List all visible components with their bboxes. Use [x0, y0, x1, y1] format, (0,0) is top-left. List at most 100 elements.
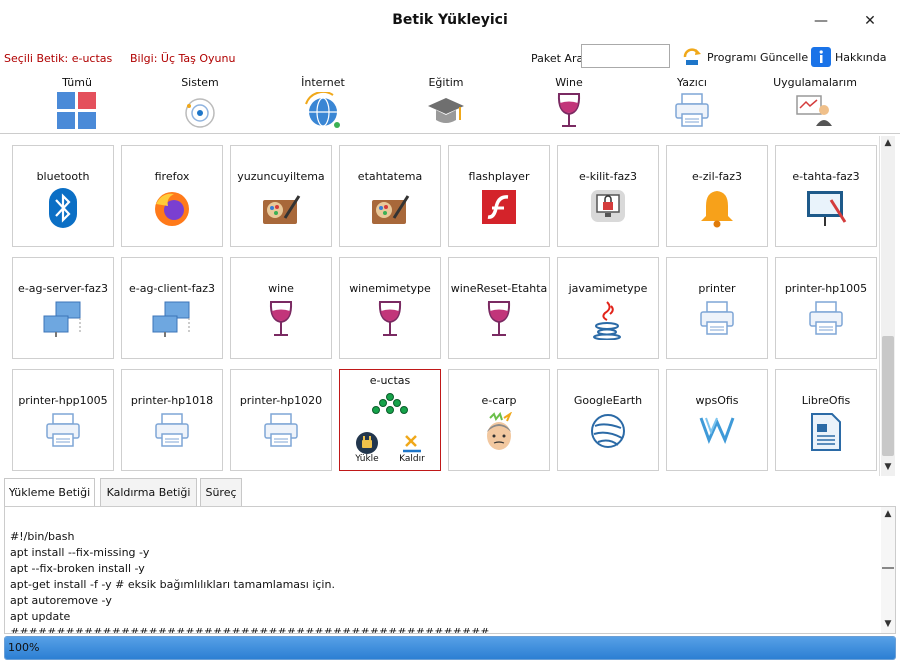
scroll-thumb[interactable] [882, 567, 894, 569]
category-bar: Tümü Sistem İnternet Eğitim Wine Yazıcı … [0, 76, 900, 134]
tab-process[interactable]: Süreç [200, 478, 242, 506]
about-button[interactable]: Hakkında [811, 46, 887, 68]
script-line: apt install --fix-missing -y [10, 546, 150, 559]
tile-label: yuzuncuyiltema [237, 170, 325, 183]
tile-printer-hp1020[interactable]: printer-hp1020 [230, 369, 332, 471]
tile-wpsofis[interactable]: wpsOfis [666, 369, 768, 471]
category-internet[interactable]: İnternet [268, 76, 378, 130]
scroll-thumb[interactable] [882, 336, 894, 456]
tab-remove-script[interactable]: Kaldırma Betiği [100, 478, 197, 506]
scroll-down-icon[interactable]: ▼ [881, 619, 895, 629]
document-icon [811, 413, 841, 451]
printer-icon [264, 413, 298, 447]
remove-button[interactable]: Kaldır [394, 428, 430, 464]
category-printer[interactable]: Yazıcı [637, 76, 747, 130]
update-icon [683, 48, 701, 65]
category-label: Uygulamalarım [773, 76, 857, 89]
tile-label: etahtatema [357, 170, 423, 183]
scroll-down-icon[interactable]: ▼ [881, 462, 895, 472]
tile-e-uctas[interactable]: e-uctas Yükle Kaldır [339, 369, 441, 471]
tile-printer[interactable]: printer [666, 257, 768, 359]
user-apps-icon [796, 95, 832, 126]
category-label: Eğitim [428, 76, 464, 89]
tile-label: e-tahta-faz3 [792, 170, 860, 183]
tile-label: e-kilit-faz3 [579, 170, 637, 183]
java-icon [593, 301, 621, 340]
tile-label: bluetooth [36, 170, 90, 183]
printer-icon [675, 93, 709, 127]
remove-label: Kaldır [399, 454, 425, 464]
minimize-button[interactable]: — [812, 12, 830, 30]
tile-e-zil-faz3[interactable]: e-zil-faz3 [666, 145, 768, 247]
tile-firefox[interactable]: firefox [121, 145, 223, 247]
install-button[interactable]: Yükle [349, 428, 385, 464]
tile-printer-hp1005[interactable]: printer-hp1005 [775, 257, 877, 359]
paint-palette-icon [263, 195, 301, 224]
category-all[interactable]: Tümü [22, 76, 132, 130]
wine-icon [378, 301, 402, 336]
category-system[interactable]: Sistem [145, 76, 255, 130]
script-scrollbar[interactable]: ▲ ▼ [881, 507, 895, 633]
script-grid: bluetooth firefox yuzuncuyiltema etahtat… [4, 136, 880, 476]
smartboard-icon [807, 191, 847, 226]
close-button[interactable]: ✕ [861, 12, 879, 30]
tab-install-script[interactable]: Yükleme Betiği [4, 478, 95, 508]
tile-e-tahta-faz3[interactable]: e-tahta-faz3 [775, 145, 877, 247]
tile-googleearth[interactable]: GoogleEarth [557, 369, 659, 471]
tile-printer-hpp1005[interactable]: printer-hpp1005 [12, 369, 114, 471]
search-label: Paket Ara [531, 52, 584, 65]
progress-label: 100% [8, 641, 40, 654]
tile-e-ag-server-faz3[interactable]: e-ag-server-faz3 [12, 257, 114, 359]
scroll-up-icon[interactable]: ▲ [881, 138, 895, 148]
network-icon [43, 301, 81, 337]
package-search-input[interactable] [581, 44, 670, 68]
category-my-apps[interactable]: Uygulamalarım [760, 76, 870, 130]
tile-label: e-ag-client-faz3 [129, 282, 215, 295]
tile-label: wine [268, 282, 294, 295]
tile-flashplayer[interactable]: flashplayer [448, 145, 550, 247]
script-text-area[interactable]: #!/bin/bash apt install --fix-missing -y… [4, 506, 896, 634]
tile-bluetooth[interactable]: bluetooth [12, 145, 114, 247]
tile-label: printer [698, 282, 736, 295]
wps-icon [699, 417, 735, 445]
printer-icon [46, 413, 80, 447]
tile-label: printer-hp1005 [784, 282, 868, 295]
tile-e-kilit-faz3[interactable]: e-kilit-faz3 [557, 145, 659, 247]
tile-javamimetype[interactable]: javamimetype [557, 257, 659, 359]
about-label: Hakkında [835, 50, 887, 64]
script-line: #!/bin/bash [10, 530, 75, 543]
printer-icon [700, 301, 734, 335]
install-label: Yükle [355, 454, 379, 464]
info-bar: Seçili Betik: e-uctas Bilgi: Üç Taş Oyun… [0, 42, 900, 72]
category-wine[interactable]: Wine [514, 76, 624, 130]
tile-label: wpsOfis [695, 394, 739, 407]
grid-scrollbar[interactable]: ▲ ▼ [881, 136, 895, 476]
tile-printer-hp1018[interactable]: printer-hp1018 [121, 369, 223, 471]
script-line: apt-get install -f -y # eksik bağımlılık… [10, 578, 335, 591]
tile-e-ag-client-faz3[interactable]: e-ag-client-faz3 [121, 257, 223, 359]
tile-libreofis[interactable]: LibreOfis [775, 369, 877, 471]
tile-label: e-carp [481, 394, 517, 407]
tile-yuzuncuyiltema[interactable]: yuzuncuyiltema [230, 145, 332, 247]
game-dots-icon [372, 393, 408, 414]
update-program-button[interactable]: Programı Güncelle [681, 46, 808, 68]
bell-icon [701, 191, 733, 228]
tile-label: javamimetype [568, 282, 648, 295]
tile-label: e-ag-server-faz3 [18, 282, 108, 295]
tile-e-carp[interactable]: e-carp [448, 369, 550, 471]
tile-etahtatema[interactable]: etahtatema [339, 145, 441, 247]
paint-palette-icon [372, 195, 410, 224]
scroll-up-icon[interactable]: ▲ [881, 509, 895, 519]
tile-wine[interactable]: wine [230, 257, 332, 359]
system-orbit-icon [185, 98, 215, 128]
category-education[interactable]: Eğitim [391, 76, 501, 130]
printer-icon [809, 301, 843, 335]
title-bar: Betik Yükleyici — ✕ [0, 0, 900, 42]
tile-label: printer-hp1018 [130, 394, 214, 407]
lock-screen-icon [591, 190, 625, 222]
tile-winereset-etahta[interactable]: wineReset-Etahta [448, 257, 550, 359]
tile-winemimetype[interactable]: winemimetype [339, 257, 441, 359]
wine-icon [269, 301, 293, 336]
head-icon [487, 412, 512, 450]
tile-label: LibreOfis [801, 394, 851, 407]
